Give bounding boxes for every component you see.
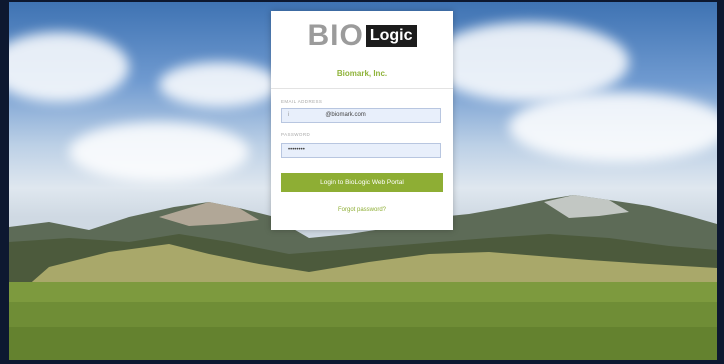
biologic-logo: BIO Logic — [271, 21, 453, 51]
email-label: EMAIL ADDRESS — [281, 99, 323, 104]
password-field[interactable]: •••••••• — [281, 143, 441, 158]
window-frame: BIO Logic Biomark, Inc. EMAIL ADDRESS i @b… — [0, 0, 724, 364]
password-value: •••••••• — [288, 147, 305, 153]
email-prefix: i — [288, 112, 290, 118]
company-name: Biomark, Inc. — [336, 69, 388, 78]
password-label: PASSWORD — [281, 132, 311, 137]
logo-text-logic: Logic — [365, 25, 417, 47]
forgot-password-link[interactable]: Forgot password? — [271, 207, 453, 213]
divider — [271, 88, 453, 89]
login-card: BIO Logic Biomark, Inc. EMAIL ADDRESS i @b… — [271, 11, 453, 230]
logo-text-bio: BIO — [307, 19, 364, 52]
email-field[interactable]: i @biomark.com — [281, 108, 441, 123]
login-button[interactable]: Login to BioLogic Web Portal — [281, 173, 443, 192]
email-value: @biomark.com — [325, 112, 366, 118]
